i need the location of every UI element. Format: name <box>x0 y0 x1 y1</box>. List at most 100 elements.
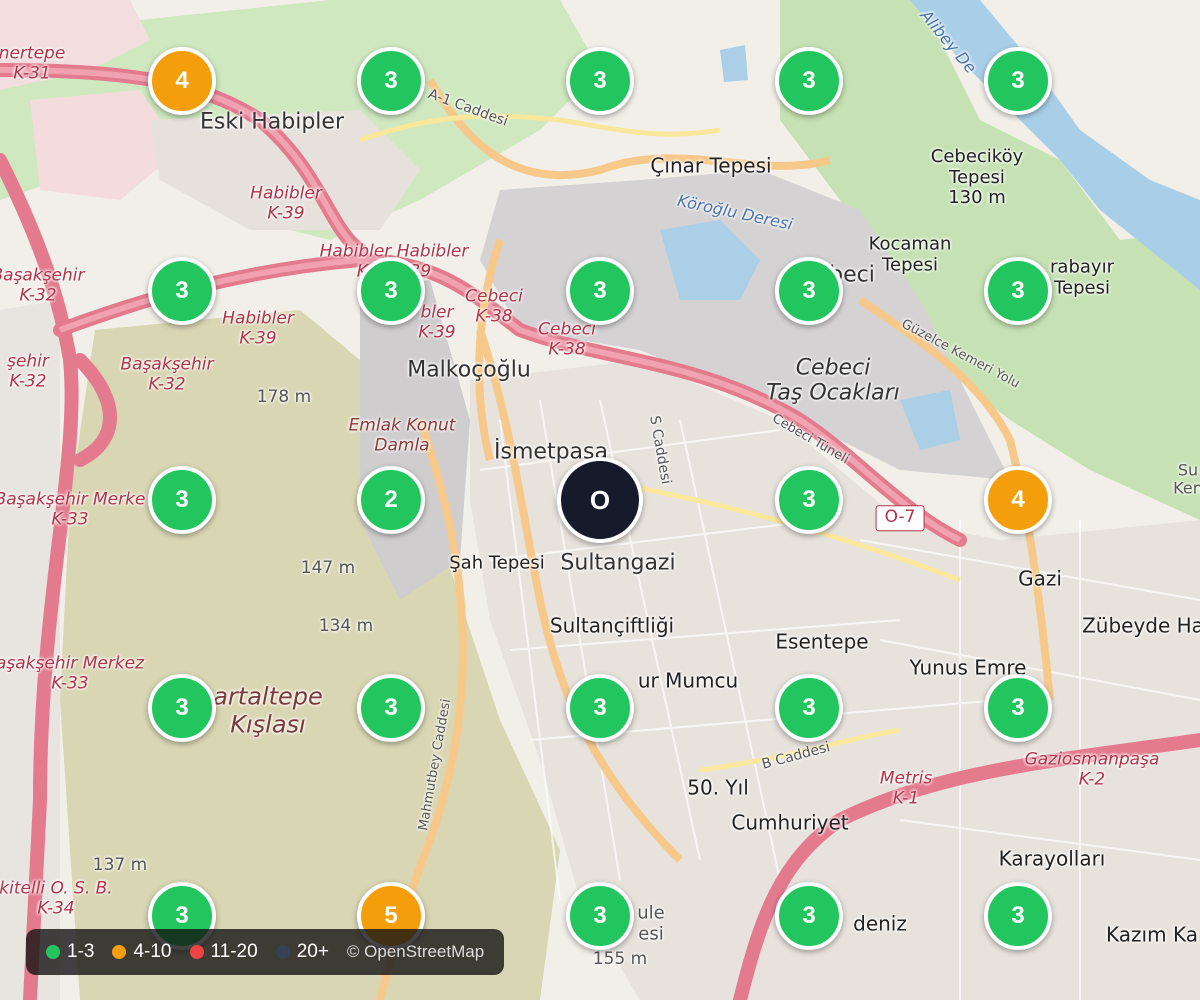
cluster-marker[interactable]: 3 <box>148 674 216 742</box>
cluster-marker[interactable]: 3 <box>775 47 843 115</box>
place-cumhuriyet: Cumhuriyet <box>731 810 849 835</box>
legend-dot-green <box>46 945 60 959</box>
map-canvas[interactable]: Eski Habipler Malkoçoğlu İsmetpaşa Sulta… <box>0 0 1200 1000</box>
cluster-marker[interactable]: 3 <box>566 674 634 742</box>
cluster-marker[interactable]: 3 <box>984 257 1052 325</box>
legend-dot-red <box>189 945 204 959</box>
place-elev-155: 155 m <box>592 949 648 970</box>
legend-dot-gray <box>275 945 290 959</box>
place-eski-habipler: Eski Habipler <box>200 109 344 135</box>
place-elev-137: 137 m <box>92 855 148 876</box>
cluster-marker[interactable]: 3 <box>566 257 634 325</box>
place-karayollari: Karayolları <box>998 846 1106 871</box>
map-legend: 1-3 4-10 11-20 20+ © OpenStreetMap <box>26 929 505 975</box>
place-sah-tepesi: Şah Tepesi <box>449 552 545 574</box>
cluster-count: 3 <box>1011 694 1025 721</box>
place-malkocoglu: Malkoçoğlu <box>407 357 531 383</box>
place-elev-147: 147 m <box>300 558 356 579</box>
cluster-marker[interactable]: 3 <box>775 882 843 950</box>
cluster-marker[interactable]: 3 <box>148 257 216 325</box>
legend-item-low: 1-3 <box>46 941 94 963</box>
legend-label: 4-10 <box>133 941 172 962</box>
cluster-count: 3 <box>802 486 816 513</box>
place-ugur-mumcu: ur Mumcu <box>637 668 739 693</box>
road-o7-shield: O-7 <box>875 505 925 531</box>
cluster-count: 4 <box>1011 486 1025 513</box>
cluster-count: 3 <box>1011 902 1025 929</box>
legend-item-mid: 4-10 <box>112 941 172 963</box>
legend-label: 20+ <box>296 941 329 962</box>
cluster-count: 3 <box>593 277 607 304</box>
place-esentepe: Esentepe <box>775 629 869 654</box>
legend-dot-orange <box>112 945 127 959</box>
cluster-count: 3 <box>384 694 398 721</box>
place-kartaltepe: artaltepe Kışlası <box>213 682 323 738</box>
cluster-marker[interactable]: 3 <box>984 47 1052 115</box>
cluster-marker[interactable]: 3 <box>775 674 843 742</box>
cluster-marker[interactable]: 3 <box>357 674 425 742</box>
road-cebeci-k38-b: Cebeci K-38 <box>538 319 596 359</box>
place-sultanciftligi: Sultançiftliği <box>549 613 675 638</box>
cluster-marker[interactable]: 3 <box>566 882 634 950</box>
place-ken: Su Ken <box>1173 460 1200 498</box>
road-sehir-k32: şehir K-32 <box>7 351 49 391</box>
road-cebeci-k38-a: Cebeci K-38 <box>465 286 523 326</box>
legend-label: 11-20 <box>210 941 258 962</box>
cluster-marker[interactable]: 2 <box>357 466 425 534</box>
cluster-count: 2 <box>384 486 398 513</box>
legend-label: 1-3 <box>67 941 95 962</box>
cluster-count: 3 <box>175 694 189 721</box>
road-gaziosmanpasa: Gaziosmanpaşa K-2 <box>1024 749 1160 789</box>
road-habibler-k39-a: Habibler K-39 <box>250 183 322 223</box>
cluster-count: 4 <box>175 67 189 94</box>
place-ule: ule esi <box>637 902 665 944</box>
place-arabayir: rabayır Tepesi <box>1050 256 1114 298</box>
place-kazim-ka: Kazım Ka <box>1106 922 1198 947</box>
place-zubeyde: Zübeyde Ha <box>1082 613 1200 638</box>
osm-attribution[interactable]: © OpenStreetMap <box>347 942 484 962</box>
cluster-count: 3 <box>593 67 607 94</box>
legend-item-max: 20+ <box>275 941 329 963</box>
place-50-yil: 50. Yıl <box>687 775 749 800</box>
cluster-count: 3 <box>802 67 816 94</box>
place-kocaman: Kocaman Tepesi <box>868 233 952 275</box>
cluster-marker[interactable]: 3 <box>148 466 216 534</box>
road-habibler-k39-b: Habibler K-39 <box>222 308 294 348</box>
cluster-marker[interactable]: 3 <box>357 47 425 115</box>
cluster-marker[interactable]: 3 <box>984 674 1052 742</box>
cluster-marker[interactable]: 3 <box>357 257 425 325</box>
cluster-count: 3 <box>802 694 816 721</box>
place-cebeci-tas: Cebeci Taş Ocakları <box>766 355 900 406</box>
center-origin-marker[interactable]: O <box>557 457 643 543</box>
legend-item-high: 11-20 <box>189 941 258 963</box>
road-metris: Metris K-1 <box>879 768 933 808</box>
cluster-count: 3 <box>593 902 607 929</box>
cluster-count: 3 <box>384 277 398 304</box>
cluster-marker[interactable]: 3 <box>775 466 843 534</box>
road-nertepe: nertepe K-31 <box>0 43 66 83</box>
cluster-marker[interactable]: 4 <box>984 466 1052 534</box>
cluster-count: 3 <box>1011 277 1025 304</box>
cluster-count: 3 <box>1011 67 1025 94</box>
cluster-count: 3 <box>175 486 189 513</box>
cluster-marker[interactable]: 3 <box>775 257 843 325</box>
place-gazi: Gazi <box>1018 566 1062 591</box>
cluster-count: 3 <box>384 67 398 94</box>
cluster-marker[interactable]: 3 <box>984 882 1052 950</box>
place-elev-178: 178 m <box>256 387 312 408</box>
road-basaksehir-k32-b: Başakşehir K-32 <box>120 354 214 394</box>
cluster-marker[interactable]: 4 <box>148 47 216 115</box>
road-basaksehir-k32-a: Başakşehir K-32 <box>0 265 85 305</box>
center-marker-label: O <box>589 484 611 515</box>
road-ikitelli: kitelli O. S. B. K-34 <box>0 878 113 918</box>
road-basaksehir-merkez-k33-b: aşakşehir Merkez K-33 <box>0 653 145 693</box>
cluster-count: 3 <box>802 277 816 304</box>
road-basaksehir-merkez-k33-a: Başakşehir Merke K-33 <box>0 489 146 529</box>
cluster-marker[interactable]: 3 <box>566 47 634 115</box>
place-elev-134: 134 m <box>318 616 374 637</box>
place-sultangazi: Sultangazi <box>560 550 676 576</box>
place-cebecikoy: Cebeciköy Tepesi 130 m <box>930 145 1024 209</box>
place-emlak-konut: Emlak Konut Damla <box>348 415 456 455</box>
cluster-count: 3 <box>802 902 816 929</box>
place-cinar-tepesi: Çınar Tepesi <box>650 153 772 178</box>
